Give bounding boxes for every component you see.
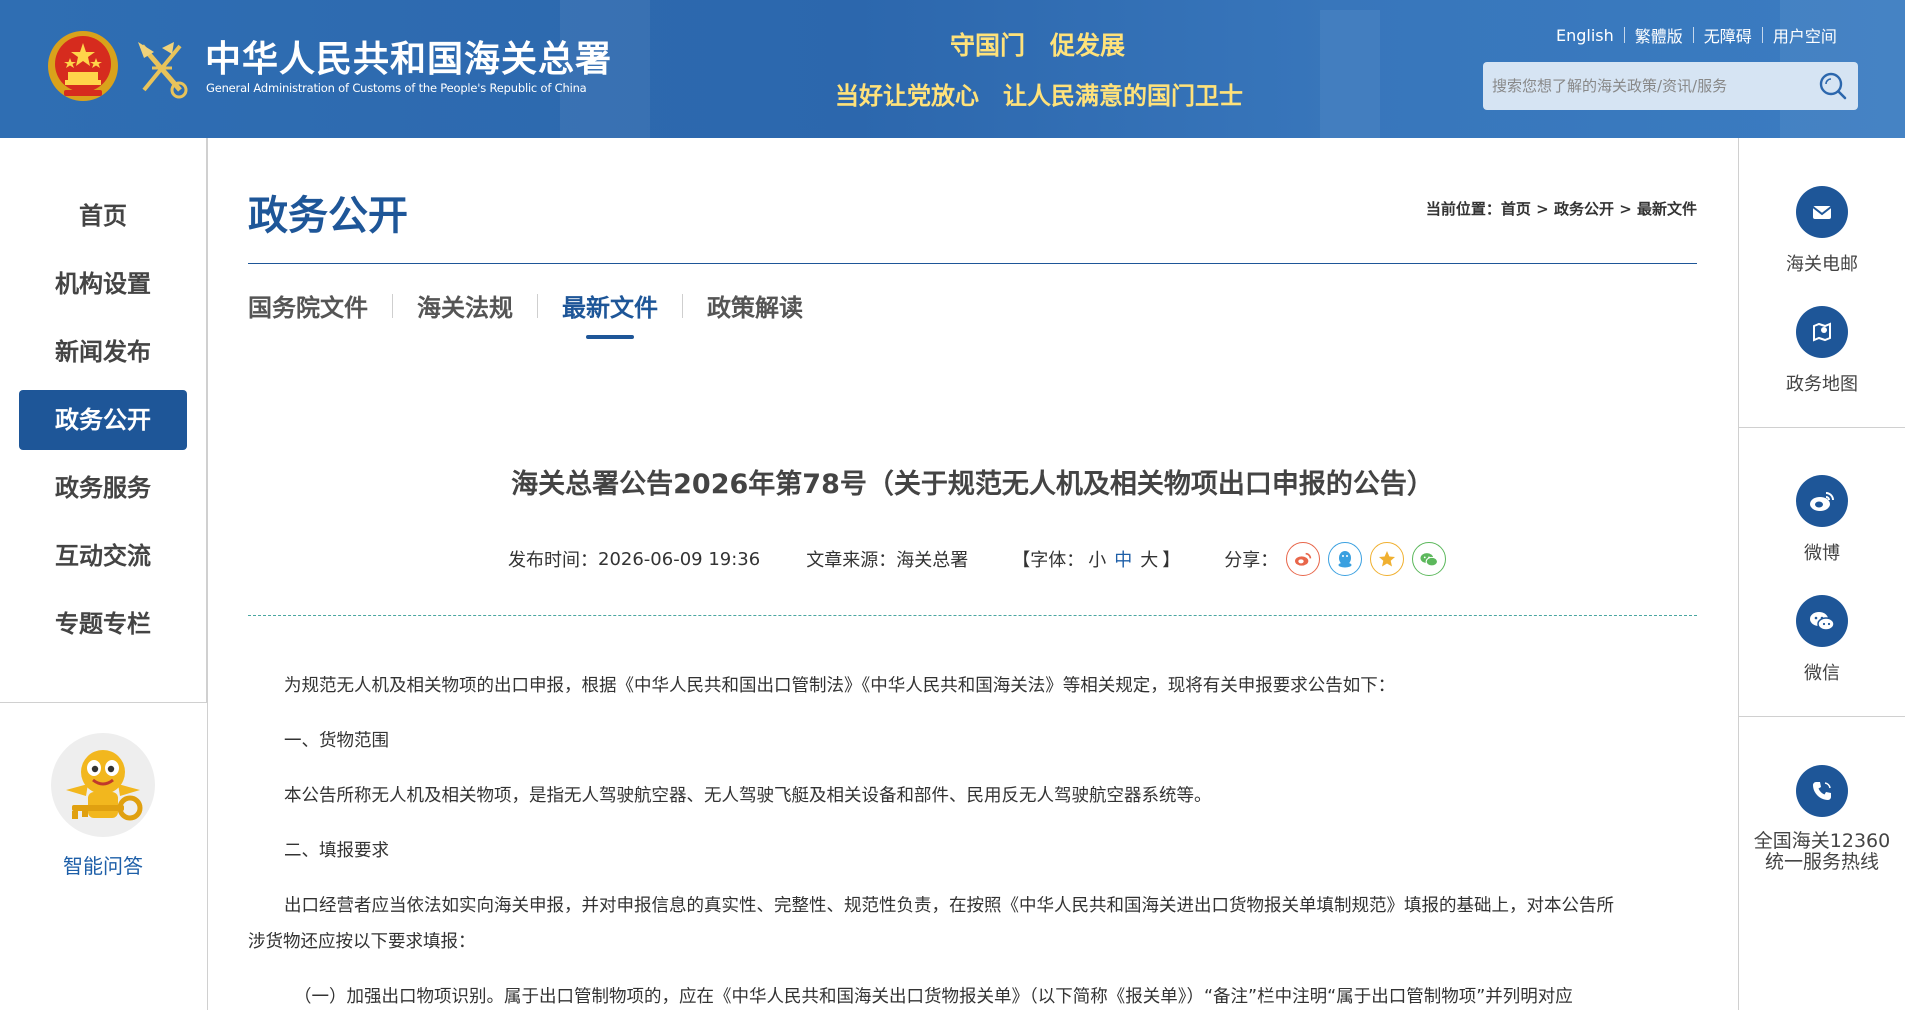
- tab-customs-regulations[interactable]: 海关法规: [417, 288, 513, 333]
- weibo-label: 微博: [1804, 543, 1840, 564]
- wechat[interactable]: 微信: [1739, 595, 1905, 684]
- qzone-share-icon[interactable]: [1370, 542, 1405, 576]
- accessibility-link[interactable]: 无障碍: [1704, 23, 1752, 47]
- site-title-english: General Administration of Customs of the…: [206, 81, 587, 95]
- page-title: 政务公开: [248, 192, 408, 239]
- right-section-divider: [1739, 427, 1905, 428]
- breadcrumb: 当前位置：首页 > 政务公开 > 最新文件: [1426, 198, 1697, 219]
- font-size-medium[interactable]: 中: [1114, 546, 1132, 572]
- customs-emblem-icon: [138, 42, 188, 99]
- search-icon: [1819, 72, 1847, 100]
- left-divider: [207, 138, 208, 1010]
- tab-divider: [392, 293, 393, 318]
- wechat-label: 微信: [1804, 663, 1840, 684]
- tab-divider: [682, 293, 683, 318]
- share-label: 分享：: [1224, 550, 1279, 571]
- article-paragraph: （一）加强出口物项识别。属于出口管制物项的，应在《中华人民共和国海关出口货物报关…: [294, 987, 1573, 1007]
- user-space-link[interactable]: 用户空间: [1773, 23, 1837, 47]
- mail-icon: [1796, 186, 1848, 238]
- slogan-line-2: 当好让党放心 让人民满意的国门卫士: [835, 81, 1243, 110]
- national-emblem-icon[interactable]: [46, 28, 120, 104]
- hotline-label-line-1: 全国海关12360: [1753, 830, 1891, 852]
- nav-item-government-affairs[interactable]: 政务公开: [19, 390, 187, 450]
- top-links: English 繁體版 无障碍 用户空间: [1556, 23, 1837, 47]
- government-map[interactable]: 政务地图: [1739, 306, 1905, 395]
- customs-email-label: 海关电邮: [1786, 254, 1858, 275]
- breadcrumb-separator: >: [1613, 200, 1637, 218]
- title-rule: [248, 263, 1697, 264]
- nav-item-news[interactable]: 新闻发布: [19, 322, 187, 382]
- publish-time: 2026-06-09 19:36: [598, 548, 761, 570]
- right-section-divider: [1739, 716, 1905, 717]
- phone-icon: [1796, 765, 1848, 817]
- weibo[interactable]: 微博: [1739, 475, 1905, 564]
- article-source: 海关总署: [896, 550, 969, 571]
- nav-item-special-topics[interactable]: 专题专栏: [19, 594, 187, 654]
- mascot-icon: [51, 733, 155, 837]
- article-paragraph-continuation: 涉货物还应按以下要求填报：: [248, 932, 476, 952]
- site-header: 中华人民共和国海关总署 General Administration of Cu…: [0, 0, 1905, 138]
- font-label-open: 【字体：: [1012, 550, 1085, 571]
- wechat-icon: [1796, 595, 1848, 647]
- article-paragraph: 出口经营者应当依法如实向海关申报，并对申报信息的真实性、完整性、规范性负责，在按…: [284, 896, 1614, 916]
- hotline-12360[interactable]: 全国海关12360 统一服务热线: [1739, 765, 1905, 873]
- breadcrumb-separator: >: [1530, 200, 1554, 218]
- article-paragraph: 为规范无人机及相关物项的出口申报，根据《中华人民共和国出口管制法》《中华人民共和…: [284, 676, 1396, 696]
- search-button[interactable]: [1808, 62, 1858, 110]
- tab-policy-interpretation[interactable]: 政策解读: [707, 288, 803, 333]
- traditional-chinese-link[interactable]: 繁體版: [1635, 23, 1683, 47]
- hotline-label-line-2: 统一服务热线: [1764, 851, 1879, 873]
- slogan-line-1: 守国门 促发展: [950, 31, 1126, 60]
- font-size-large[interactable]: 大: [1140, 546, 1158, 572]
- nav-item-interaction[interactable]: 互动交流: [19, 526, 187, 586]
- article-meta: 发布时间： 2026-06-09 19:36 文章来源： 海关总署 【字体： 小…: [508, 542, 1447, 576]
- article-content: 为规范无人机及相关物项的出口申报，根据《中华人民共和国出口管制法》《中华人民共和…: [248, 668, 1697, 1010]
- breadcrumb-prefix: 当前位置：: [1425, 200, 1501, 218]
- section-tabs: 国务院文件 海关法规 最新文件 政策解读: [248, 288, 803, 339]
- wechat-share-icon[interactable]: [1412, 542, 1447, 576]
- weibo-icon: [1796, 475, 1848, 527]
- left-navigation: 首页 机构设置 新闻发布 政务公开 政务服务 互动交流 专题专栏: [0, 138, 207, 703]
- font-label-close: 】: [1162, 550, 1181, 571]
- link-divider: [1761, 27, 1763, 43]
- search-box: [1483, 62, 1858, 110]
- tab-latest-documents[interactable]: 最新文件: [562, 288, 658, 339]
- tab-state-council-documents[interactable]: 国务院文件: [248, 288, 368, 333]
- link-divider: [1623, 27, 1625, 43]
- search-input[interactable]: [1483, 62, 1808, 110]
- site-title: 中华人民共和国海关总署: [205, 38, 613, 80]
- hotline-label: 全国海关12360 统一服务热线: [1739, 831, 1905, 873]
- tab-divider: [537, 293, 538, 318]
- government-map-label: 政务地图: [1786, 374, 1858, 395]
- font-size-small[interactable]: 小: [1088, 546, 1106, 572]
- smart-qa-label: 智能问答: [63, 854, 143, 878]
- article-title: 海关总署公告2026年第78号（关于规范无人机及相关物项出口申报的公告）: [511, 469, 1434, 500]
- source-label: 文章来源：: [806, 550, 897, 571]
- link-divider: [1692, 27, 1694, 43]
- publish-label: 发布时间：: [508, 550, 598, 571]
- customs-email[interactable]: 海关电邮: [1739, 186, 1905, 275]
- nav-item-organization[interactable]: 机构设置: [19, 254, 187, 314]
- breadcrumb-government-affairs[interactable]: 政务公开: [1554, 200, 1614, 218]
- weibo-share-icon[interactable]: [1286, 542, 1321, 576]
- qq-share-icon[interactable]: [1328, 542, 1363, 576]
- nav-item-services[interactable]: 政务服务: [19, 458, 187, 518]
- breadcrumb-latest-documents[interactable]: 最新文件: [1637, 200, 1697, 218]
- nav-item-home[interactable]: 首页: [19, 186, 187, 246]
- article-paragraph: 本公告所称无人机及相关物项，是指无人驾驶航空器、无人驾驶飞艇及相关设备和部件、民…: [284, 786, 1212, 806]
- article-divider: [248, 615, 1697, 616]
- breadcrumb-home[interactable]: 首页: [1501, 200, 1531, 218]
- smart-qa[interactable]: 智能问答: [48, 730, 158, 879]
- article-heading: 一、货物范围: [284, 731, 389, 751]
- english-link[interactable]: English: [1556, 26, 1614, 45]
- map-icon: [1796, 306, 1848, 358]
- header-decoration: [1320, 10, 1380, 138]
- article-heading: 二、填报要求: [284, 841, 389, 861]
